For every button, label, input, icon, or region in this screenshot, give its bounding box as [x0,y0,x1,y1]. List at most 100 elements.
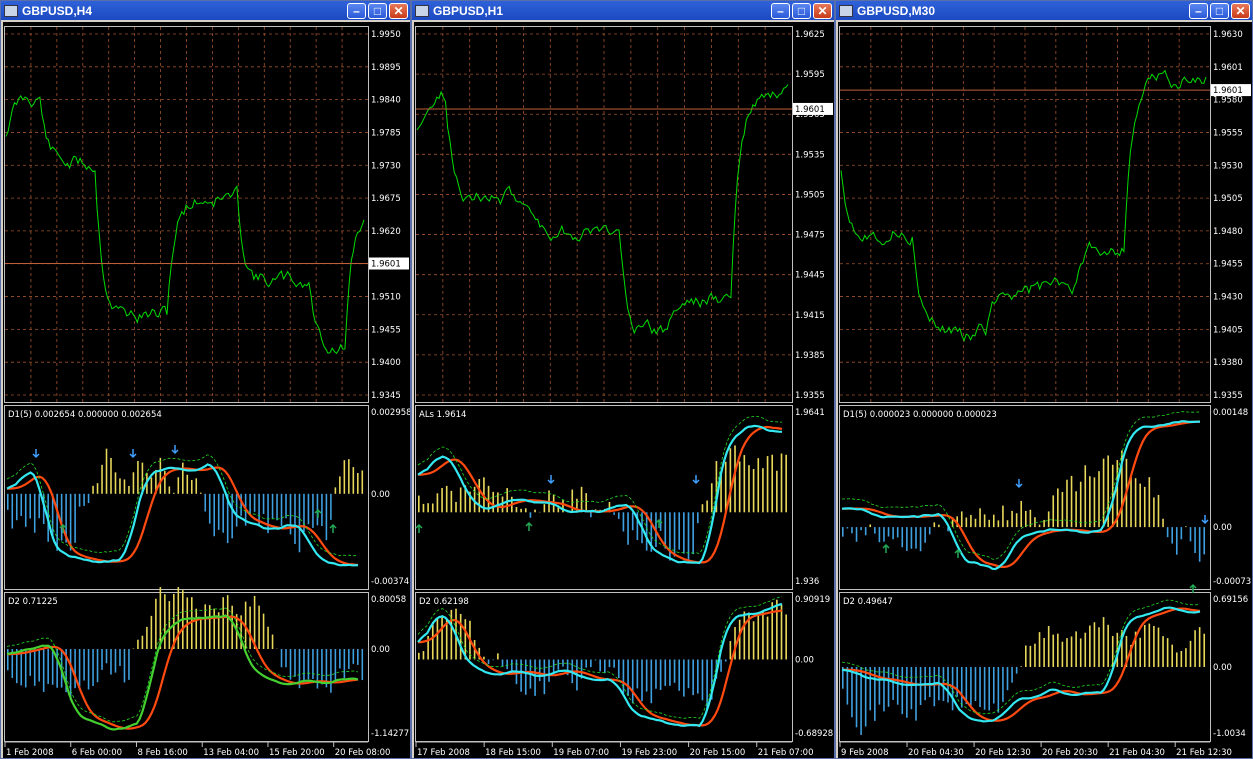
chart-window-h4[interactable]: GBPUSD,H4 – □ ✕ 1.9950 1.9895 1.9840 1.9785… [0,0,411,759]
histogram-bar [159,587,162,649]
minimize-button[interactable]: – [347,2,366,19]
date-label: 6 Feb 00:00 [72,748,122,758]
histogram-bar [114,649,117,673]
arrow-down-icon [692,475,700,485]
arrow-down-icon [171,445,179,455]
histogram-bar [352,467,355,494]
histogram-bar [155,598,157,649]
histogram-bar [1185,648,1187,667]
window-title: GBPUSD,H1 [433,3,504,18]
price-tick-label: 1.9415 [795,311,825,321]
histogram-bar [303,649,305,684]
histogram-bar [1079,638,1082,667]
close-button[interactable]: ✕ [389,2,408,19]
date-label: 15 Feb 20:00 [269,748,325,758]
histogram-bar [988,667,991,711]
histogram-bar [1180,527,1183,540]
histogram-bar [321,493,323,526]
histogram-bar [748,465,750,513]
histogram-bar [860,527,862,531]
chart-area[interactable]: 1.9950 1.9895 1.9840 1.9785 1.9730 1.9675 1.96… [3,22,410,758]
histogram-bar [343,460,346,494]
histogram-bar [1006,667,1009,691]
date-label: 19 Feb 23:00 [621,748,677,758]
histogram-bar [1166,527,1169,538]
price-tick-label: 1.9840 [371,96,401,106]
histogram-bar [785,454,787,513]
maximize-button[interactable]: □ [792,2,811,19]
price-tick-label: 1.9355 [795,391,825,401]
histogram-bar [497,653,499,660]
price-grid [840,27,1210,402]
histogram-bar [1089,625,1091,667]
histogram-bar [213,608,215,649]
histogram-bar [1102,617,1105,667]
histogram-bar [655,659,657,689]
histogram-bar [534,659,536,696]
indicator-label: ALs 1.9614 [419,410,466,420]
histogram-bar [186,474,189,494]
signal-line [417,415,783,554]
histogram-bar [892,527,894,540]
price-tick-label: 1.9555 [1213,128,1243,138]
histogram-bar [645,659,648,692]
chart-window-m30[interactable]: GBPUSD,M30 – □ ✕ 1.9630 1.9601 1.9580 1.955… [835,0,1253,759]
histogram-bar [860,667,862,735]
histogram-bar [1025,645,1027,667]
histogram-bar [222,493,224,533]
date-label: 20 Feb 20:30 [1042,748,1098,758]
histogram-bar [96,649,99,683]
histogram-bar [1189,640,1192,667]
chart-window-h1[interactable]: GBPUSD,H1 – □ ✕ 1.9625 1.9595 1.9565 1.9535… [411,0,835,759]
histogram-bar [997,520,1000,528]
histogram-bar [729,641,732,660]
histogram-bar [204,493,207,512]
maximize-button[interactable]: □ [1210,2,1229,19]
histogram-bar [1070,636,1073,667]
histogram-bar [906,527,908,551]
histogram-bar [585,493,588,513]
histogram-bar [529,512,532,518]
histogram-bar [506,659,508,670]
current-price-label: 1.9601 [795,105,825,115]
title-bar[interactable]: GBPUSD,M30 – □ ✕ [836,1,1252,20]
price-tick-label: 1.9455 [1213,260,1243,270]
title-bar[interactable]: GBPUSD,H4 – □ ✕ [1,1,410,20]
histogram-bar [506,488,508,513]
date-label: 20 Feb 08:00 [335,748,391,758]
histogram-bar [613,512,615,515]
price-tick-label: 1.9385 [795,351,825,361]
histogram-bar [979,667,981,708]
histogram-bar [110,649,112,675]
close-button[interactable]: ✕ [813,2,832,19]
histogram-bar [1047,626,1050,667]
histogram-bar [910,667,913,710]
histogram-bar [445,485,448,513]
chart-window-icon [415,4,429,17]
price-tick-label: 1.9430 [1213,293,1243,303]
histogram-bar [887,667,890,707]
slow-line [842,607,1201,722]
price-tick-label: 1.9505 [1213,194,1243,204]
panel-frame [4,405,369,590]
title-bar[interactable]: GBPUSD,H1 – □ ✕ [412,1,834,20]
histogram-bar [919,527,922,552]
slow-line [418,425,783,564]
close-button[interactable]: ✕ [1231,2,1250,19]
histogram-bar [933,667,936,707]
histogram-bar [83,493,85,506]
histogram-bar [650,659,653,704]
minimize-button[interactable]: – [1189,2,1208,19]
histogram-bar [757,458,760,513]
maximize-button[interactable]: □ [368,2,387,19]
chart-area[interactable]: 1.9625 1.9595 1.9565 1.9535 1.9505 1.9475 1.94… [414,22,834,758]
histogram-bar [1052,495,1055,528]
maximize-icon: □ [373,3,382,18]
histogram-bar [15,493,18,521]
minimize-button[interactable]: – [771,2,790,19]
chart-area[interactable]: 1.9630 1.9601 1.9580 1.9555 1.9530 1.9505 1.94… [838,22,1252,758]
histogram-bar [249,493,251,516]
histogram-bar [562,659,564,667]
histogram-bar [915,527,917,549]
histogram-bar [164,594,166,649]
